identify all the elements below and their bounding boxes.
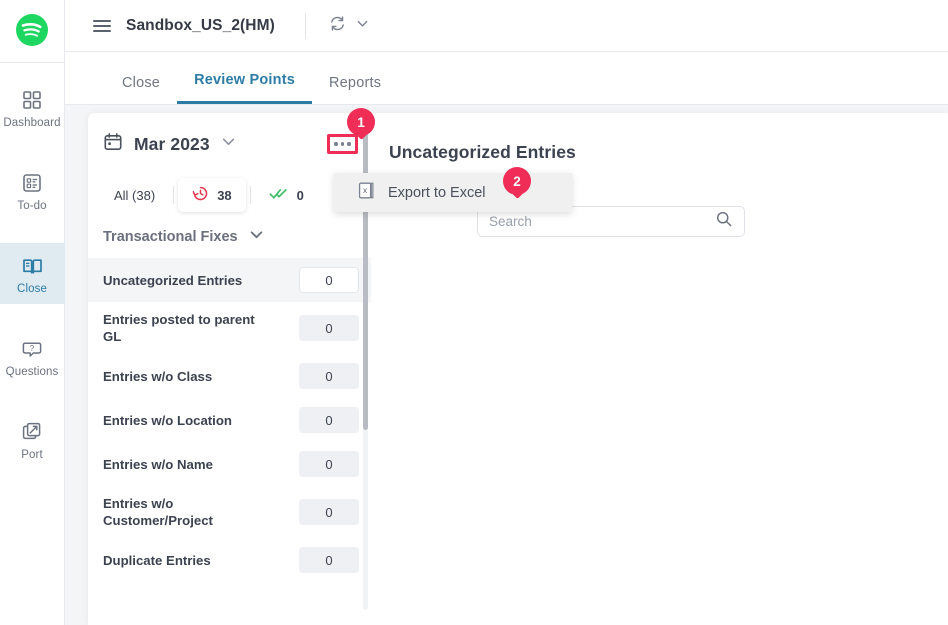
refresh-sync-icon: [328, 14, 347, 38]
sidebar-item-todo[interactable]: To-do: [0, 160, 65, 221]
row-label: Duplicate Entries: [103, 552, 211, 568]
sidebar-item-port[interactable]: Port: [0, 409, 65, 470]
tab-reports[interactable]: Reports: [312, 75, 398, 104]
search-input[interactable]: [489, 214, 715, 229]
tab-review-points[interactable]: Review Points: [177, 72, 312, 104]
environment-title: Sandbox_US_2(HM): [126, 16, 275, 34]
chip-divider: [173, 186, 175, 204]
filter-chip-resolved[interactable]: 0: [255, 178, 318, 212]
svg-text:?: ?: [30, 344, 35, 353]
filter-chip-label: All (38): [114, 187, 156, 203]
ellipsis-dot: [334, 142, 338, 146]
group-title: Transactional Fixes: [103, 228, 238, 245]
table-row[interactable]: Entries w/o Location 0: [88, 398, 371, 442]
rail-divider: [0, 62, 65, 63]
table-row[interactable]: Entries posted to parent GL 0: [88, 302, 371, 354]
row-label: Uncategorized Entries: [103, 272, 243, 288]
chevron-down-icon[interactable]: [221, 134, 236, 154]
filter-chip-open[interactable]: 38: [178, 178, 246, 212]
step-badge-2: 2: [503, 167, 531, 199]
row-count: 0: [299, 547, 359, 573]
export-dropdown-menu: x Export to Excel: [334, 173, 572, 212]
table-row[interactable]: Uncategorized Entries 0: [88, 258, 371, 302]
row-count: 0: [299, 451, 359, 477]
row-count: 0: [299, 499, 359, 525]
row-label: Entries w/o Name: [103, 456, 213, 472]
sidebar-item-label: Dashboard: [3, 117, 61, 129]
row-count: 0: [299, 267, 359, 293]
filter-chip-all[interactable]: All (38): [100, 181, 169, 210]
row-label: Entries w/o Class: [103, 368, 213, 384]
status-filter-chips: All (38) 38 0: [100, 175, 359, 215]
left-nav-rail: Dashboard To-do Close ? Questions Port: [0, 0, 65, 625]
top-bar: Sandbox_US_2(HM): [65, 0, 948, 52]
review-point-list: Transactional Fixes Uncategorized Entrie…: [88, 215, 371, 625]
svg-text:x: x: [363, 186, 367, 195]
row-label: Entries w/o Location: [103, 412, 232, 428]
refresh-button[interactable]: [328, 14, 369, 38]
spotify-logo-icon: [12, 10, 52, 50]
grid-icon: [21, 88, 43, 112]
export-to-excel-item[interactable]: Export to Excel: [388, 185, 486, 201]
port-arrow-icon: [21, 420, 43, 444]
calendar-icon: [103, 132, 123, 157]
chip-divider: [249, 186, 251, 204]
ellipsis-dot: [340, 142, 345, 146]
step-badge-1: 1: [347, 108, 375, 140]
double-check-icon: [269, 185, 289, 205]
clock-history-icon: [192, 185, 209, 205]
question-bubble-icon: ?: [21, 337, 43, 361]
table-row[interactable]: Duplicate Entries 0: [88, 538, 371, 582]
app-root: Dashboard To-do Close ? Questions Port S…: [0, 0, 948, 625]
filter-chip-count: 38: [217, 187, 232, 203]
row-count: 0: [299, 407, 359, 433]
tab-bar: Close Review Points Reports: [65, 52, 948, 105]
month-label: Mar 2023: [134, 133, 210, 154]
table-row[interactable]: Entries w/o Customer/Project 0: [88, 486, 371, 538]
row-count: 0: [299, 363, 359, 389]
review-points-list-panel: Mar 2023 All (38) 38 0 Transactional Fix…: [88, 113, 371, 625]
toolbar-divider: [304, 12, 306, 39]
ellipsis-dot: [347, 142, 351, 146]
table-row[interactable]: Entries w/o Name 0: [88, 442, 371, 486]
sidebar-item-label: Port: [21, 449, 43, 461]
row-count: 0: [299, 315, 359, 341]
table-row[interactable]: Entries w/o Class 0: [88, 354, 371, 398]
filter-chip-count: 0: [296, 187, 304, 203]
sidebar-item-questions[interactable]: ? Questions: [0, 326, 65, 387]
open-book-icon: [21, 254, 44, 278]
row-label: Entries w/o Customer/Project: [103, 496, 213, 528]
sidebar-item-close[interactable]: Close: [0, 243, 65, 304]
group-header-transactional-fixes[interactable]: Transactional Fixes: [88, 215, 371, 258]
checklist-icon: [21, 171, 43, 195]
sidebar-item-label: Questions: [5, 366, 59, 378]
row-label: Entries posted to parent GL: [103, 312, 255, 344]
chevron-down-icon: [356, 17, 369, 35]
sidebar-item-label: Close: [17, 283, 47, 295]
page-title: Uncategorized Entries: [389, 142, 576, 162]
more-options-button[interactable]: [327, 134, 358, 154]
tab-close[interactable]: Close: [105, 75, 177, 104]
sidebar-item-dashboard[interactable]: Dashboard: [0, 77, 65, 138]
excel-file-icon: x: [358, 181, 376, 205]
hamburger-icon[interactable]: [93, 17, 111, 35]
chevron-down-icon: [249, 227, 264, 246]
sidebar-item-label: To-do: [17, 200, 47, 212]
search-icon[interactable]: [715, 210, 733, 233]
